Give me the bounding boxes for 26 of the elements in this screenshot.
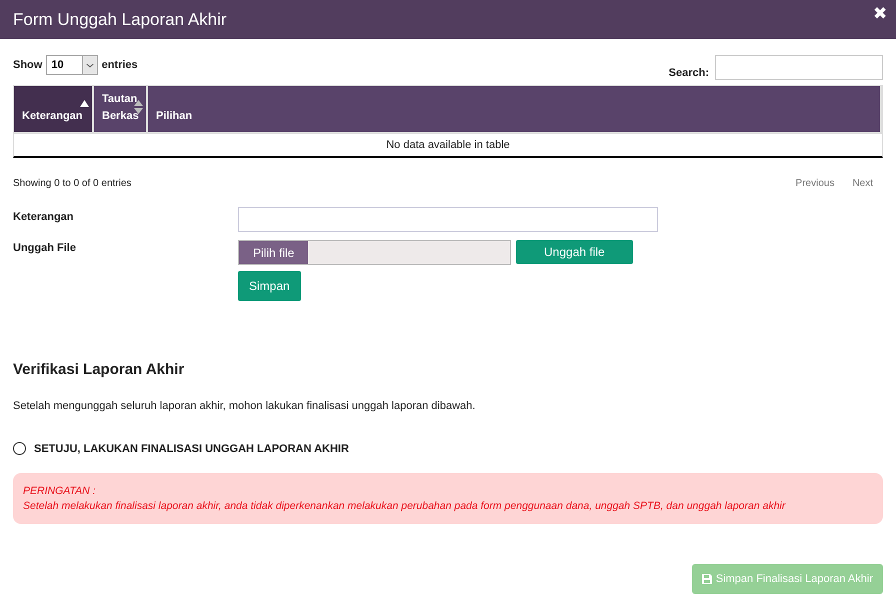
modal-title: Form Unggah Laporan Akhir <box>13 10 227 30</box>
file-input[interactable]: Pilih file <box>238 240 511 265</box>
save-button[interactable]: Simpan <box>238 271 301 301</box>
entries-label: entries <box>102 59 138 71</box>
field-label: Unggah File <box>13 242 77 254</box>
entries-select[interactable]: 10 <box>46 55 98 75</box>
save-icon <box>702 574 712 584</box>
radio-button[interactable] <box>13 442 26 455</box>
search-field[interactable] <box>715 55 883 80</box>
chevron-down-icon <box>82 56 97 74</box>
field-label: Keterangan <box>13 211 75 223</box>
show-label: Show <box>13 59 42 71</box>
table-info: Showing 0 to 0 of 0 entries <box>13 178 132 189</box>
warning-title: PERINGATAN : <box>23 485 97 497</box>
empty-table-message: No data available in table <box>14 132 882 156</box>
column-header[interactable]: Tautan Berkas <box>94 86 148 132</box>
keterangan-field[interactable] <box>238 207 658 232</box>
column-header: Pilihan <box>148 86 882 132</box>
section-title: Verifikasi Laporan Akhir <box>13 361 186 378</box>
instruction-text: Setelah mengunggah seluruh laporan akhir, mohon lakukan finalisasi unggah laporan dibawah. <box>13 400 476 412</box>
close-button[interactable]: ✖ <box>873 3 887 24</box>
radio-label: SETUJU, LAKUKAN FINALISASI UNGGAH LAPORAN AKHIR <box>34 442 349 454</box>
column-header[interactable]: Keterangan <box>14 86 94 132</box>
upload-button[interactable]: Unggah file <box>516 240 633 264</box>
warning-text: Setelah melakukan finalisasi laporan akhir, anda tidak diperkenankan melakukan perubahan pada form penggunaan dana, unggah SPTB, dan unggah laporan akhir <box>23 500 787 512</box>
search-label: Search: <box>668 66 709 78</box>
